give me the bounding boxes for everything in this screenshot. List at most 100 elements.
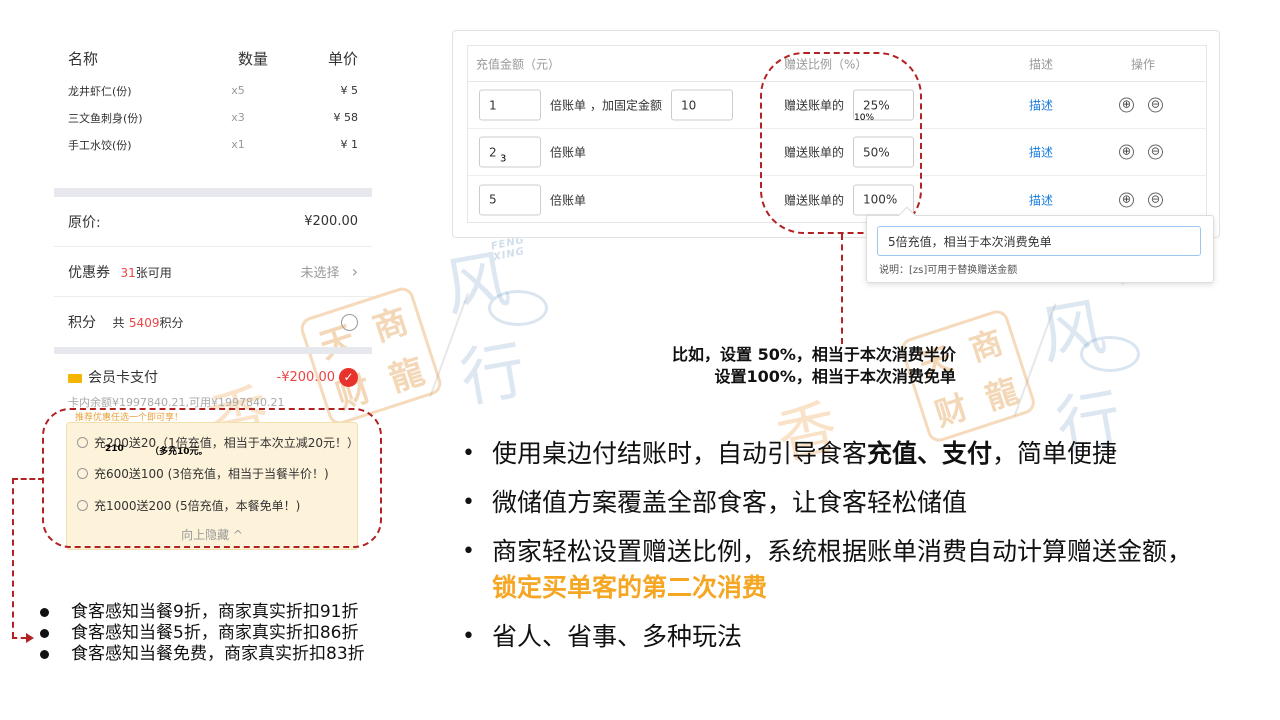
order-item: 龙井虾仁(份) x5 ¥ 5	[54, 77, 372, 104]
chevron-right-icon: ›	[351, 262, 358, 281]
watermark-cloud-left	[488, 290, 548, 326]
order-item-qty: x3	[231, 111, 245, 124]
member-card-pay[interactable]: 会员卡支付 -¥200.00 ✓ 卡内余额¥1997840.21,可用¥1997…	[54, 354, 372, 410]
arrow-right-icon	[26, 633, 34, 643]
multiple-label: 倍账单	[550, 98, 587, 113]
connector-line	[841, 234, 843, 344]
header-ops: 操作	[1131, 57, 1156, 71]
multiple-input[interactable]: 5	[479, 184, 541, 215]
points-label: 积分	[68, 315, 96, 331]
bullet-dot: •	[462, 539, 475, 564]
multiple-input[interactable]: 1	[479, 89, 541, 121]
section-divider	[54, 188, 372, 197]
order-item-price: ¥ 5	[340, 84, 359, 97]
feature-item: • 使用桌边付结账时，自动引导食客充值、支付，简单便捷	[462, 436, 1192, 472]
feature-item: • 微储值方案覆盖全部食客，让食客轻松储值	[462, 485, 1192, 521]
feature-item: • 省人、省事、多种玩法	[462, 619, 1192, 655]
order-item: 手工水饺(份) x1 ¥ 1	[54, 131, 372, 158]
order-header-qty: 数量	[237, 50, 268, 68]
order-header-name: 名称	[68, 50, 99, 68]
points-row[interactable]: 积分 共 5409积分	[54, 297, 372, 347]
remove-row-icon[interactable]: ⊖	[1148, 144, 1163, 160]
coupon-count: 31	[120, 265, 136, 280]
watermark-brand-text-left: FENG XING	[490, 234, 526, 264]
watermark-divider-1	[429, 292, 469, 398]
feature-item: • 商家轻松设置赠送比例，系统根据账单消费自动计算赠送金额， 锁定买单客的第二次消…	[462, 534, 1192, 606]
card-pay-amount-group: -¥200.00 ✓	[276, 367, 358, 387]
left-notes: 食客感知当餐9折，商家真实折扣91折 食客感知当餐5折，商家真实折扣86折 食客…	[40, 602, 365, 665]
bullet-dot: •	[462, 624, 475, 649]
coupon-suffix: 张可用	[135, 265, 172, 280]
watermark-divider-2	[1013, 303, 1057, 417]
order-item-price: ¥ 58	[333, 111, 359, 124]
desc-link[interactable]: 描述	[1029, 191, 1053, 208]
add-row-icon[interactable]: ⊕	[1119, 192, 1134, 207]
multiple-overlay: 3	[500, 153, 507, 165]
order-item-name: 手工水饺(份)	[68, 138, 132, 152]
coupon-row[interactable]: 优惠券 31张可用 未选择 ›	[54, 247, 372, 297]
bullet-dot: •	[462, 490, 475, 515]
feature-bullets: • 使用桌边付结账时，自动引导食客充值、支付，简单便捷 • 微储值方案覆盖全部食…	[462, 436, 1192, 668]
highlight-ellipse-right	[760, 52, 922, 234]
points-radio[interactable]	[341, 313, 358, 331]
points-value: 5409	[128, 316, 160, 330]
remove-row-icon[interactable]: ⊖	[1148, 97, 1163, 113]
note-item: 食客感知当餐免费，商家真实折扣83折	[40, 644, 365, 665]
bullet-dot	[40, 608, 49, 617]
description-popover: 5倍充值，相当于本次消费免单 说明：[zs]可用于替换赠送金额	[866, 206, 1214, 283]
points-prefix: 共	[112, 316, 125, 330]
card-icon	[68, 373, 82, 383]
order-header-price: 单价	[327, 50, 358, 68]
card-pay-label: 会员卡支付	[88, 370, 158, 386]
bullet-dot	[40, 629, 49, 638]
remove-row-icon[interactable]: ⊖	[1148, 192, 1163, 207]
order-item-qty: x5	[231, 84, 245, 97]
desc-link[interactable]: 描述	[1029, 144, 1053, 161]
order-item-price: ¥ 1	[340, 138, 359, 151]
section-divider	[54, 347, 372, 354]
header-amount: 充值金额（元）	[476, 57, 561, 71]
multiple-label: 倍账单	[550, 145, 587, 160]
highlight-ellipse-left	[42, 408, 382, 548]
original-price-value: ¥200.00	[304, 214, 358, 229]
connector-line	[12, 478, 14, 638]
order-item-name: 三文鱼刺身(份)	[68, 111, 143, 125]
original-price-row: 原价: ¥200.00	[54, 197, 372, 247]
description-note: 说明：[zs]可用于替换赠送金额	[879, 265, 1018, 276]
header-desc: 描述	[1029, 57, 1054, 71]
example-callout: 比如，设置 50%，相当于本次消费半价 设置100%，相当于本次消费免单	[672, 344, 956, 388]
checkout-panel: 名称 数量 单价 龙井虾仁(份) x5 ¥ 5 三文鱼刺身(份) x3 ¥ 58…	[54, 30, 372, 410]
coupon-label-group: 优惠券 31张可用	[68, 262, 172, 282]
watermark-brand-left: 风行	[439, 242, 531, 418]
order-item: 三文鱼刺身(份) x3 ¥ 58	[54, 104, 372, 131]
feature-highlight: 锁定买单客的第二次消费	[492, 573, 768, 602]
example-line-2: 设置100%，相当于本次消费免单	[714, 367, 956, 386]
multiple-label: 倍账单	[550, 193, 587, 207]
order-header: 名称 数量 单价	[54, 30, 372, 77]
example-line-1: 比如，设置 50%，相当于本次消费半价	[672, 345, 956, 364]
fixed-amount-input[interactable]: 10	[671, 89, 733, 121]
note-item: 食客感知当餐5折，商家真实折扣86折	[40, 623, 365, 644]
connector-line	[12, 637, 26, 639]
description-input[interactable]: 5倍充值，相当于本次消费免单	[877, 226, 1201, 256]
check-icon[interactable]: ✓	[339, 367, 358, 387]
original-price-label: 原价:	[68, 214, 101, 231]
coupon-label: 优惠券	[68, 264, 110, 281]
points-label-group: 积分 共 5409积分	[68, 312, 183, 332]
card-pay-amount: -¥200.00	[276, 369, 335, 385]
fixed-label: ，加固定金额	[590, 98, 663, 113]
connector-line	[12, 478, 44, 480]
add-row-icon[interactable]: ⊕	[1119, 97, 1134, 113]
order-item-name: 龙井虾仁(份)	[68, 84, 132, 98]
bullet-dot	[40, 650, 49, 659]
points-suffix: 积分	[159, 316, 184, 330]
card-pay-label-group: 会员卡支付	[68, 367, 158, 387]
watermark-cloud-right	[1080, 336, 1140, 372]
desc-link[interactable]: 描述	[1029, 97, 1053, 114]
coupon-status: 未选择 ›	[300, 262, 358, 281]
note-item: 食客感知当餐9折，商家真实折扣91折	[40, 602, 365, 623]
multiple-input[interactable]: 2	[479, 136, 541, 168]
bullet-dot: •	[462, 441, 475, 466]
add-row-icon[interactable]: ⊕	[1119, 144, 1134, 160]
order-item-qty: x1	[231, 138, 245, 151]
